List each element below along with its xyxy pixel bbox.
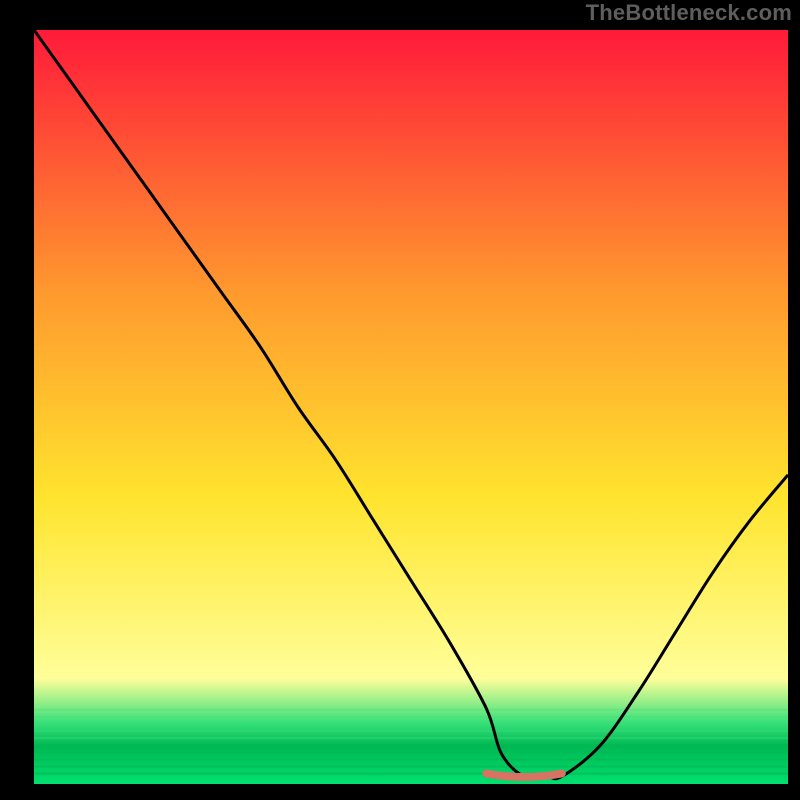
plot-area [34,30,788,784]
watermark-label: TheBottleneck.com [586,0,792,26]
optimal-range-marker [486,774,561,778]
chart-frame: TheBottleneck.com [0,0,800,800]
gradient-background [34,30,788,784]
bottleneck-chart [34,30,788,784]
